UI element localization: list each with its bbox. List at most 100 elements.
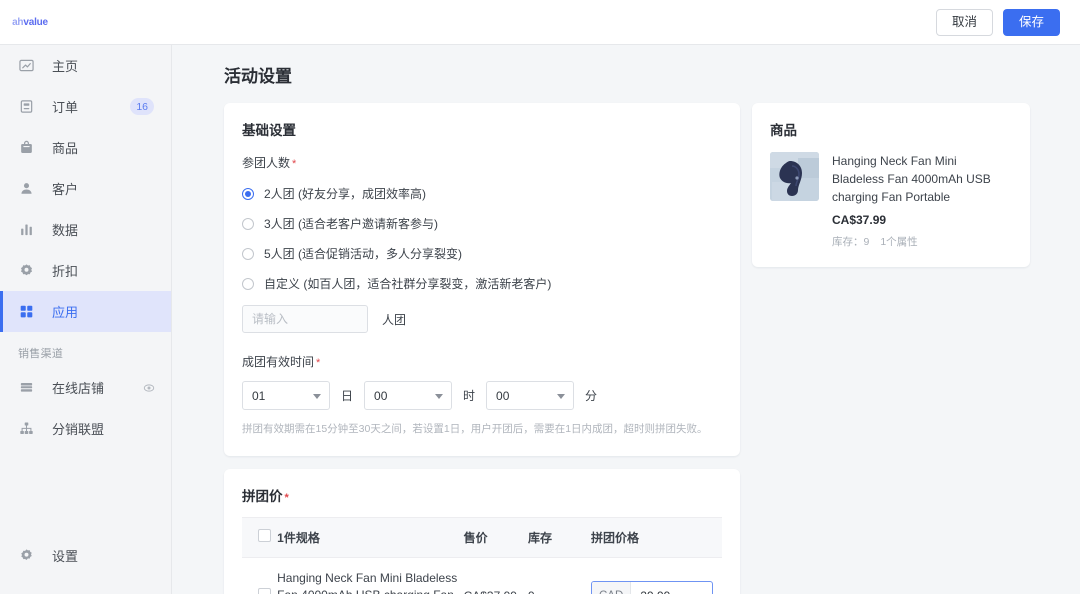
sidebar-item-apps[interactable]: 应用 <box>0 291 171 332</box>
duration-hour-unit: 时 <box>463 389 476 403</box>
customers-person-icon <box>18 180 35 197</box>
custom-count-input[interactable] <box>242 305 368 333</box>
required-mark: * <box>284 491 289 504</box>
basic-settings-title: 基础设置 <box>242 123 296 138</box>
group-price-title: 拼团价 * <box>242 485 722 505</box>
duration-row: 01 日 00 时 00 分 <box>242 381 722 410</box>
custom-count-suffix: 人团 <box>382 312 407 327</box>
radio-option-5[interactable]: 5人团 (适合促销活动，多人分享裂变) <box>242 242 722 265</box>
custom-count-row: 人团 <box>242 305 722 333</box>
product-details: Hanging Neck Fan Mini Bladeless Fan 4000… <box>832 152 1012 249</box>
product-image <box>770 152 819 201</box>
sidebar-item-online-store[interactable]: 在线店铺 <box>0 367 171 408</box>
row-spec-cell: Hanging Neck Fan Mini Bladeless Fan 4000… <box>277 557 464 594</box>
duration-label: 成团有效时间 * <box>242 353 722 370</box>
main-content: 活动设置 基础设置 参团人数 * 2人团 (好友分享，成团效率高) 3人团 (适… <box>172 45 1080 594</box>
table-body: Hanging Neck Fan Mini Bladeless Fan 4000… <box>242 557 722 594</box>
app-root: ahvalue 取消 保存 主页 订单 16 商品 客户 数据 折扣 应用 销售… <box>0 0 1080 594</box>
sidebar-item-settings[interactable]: 设置 <box>0 535 171 576</box>
chevron-down-icon <box>557 393 566 399</box>
sidebar-item-analytics[interactable]: 数据 <box>0 209 171 250</box>
store-icon <box>18 379 35 396</box>
row-group-price-cell: CAD 29.99 <box>591 557 722 594</box>
sidebar-item-affiliate[interactable]: 分销联盟 <box>0 408 171 449</box>
product-title: Hanging Neck Fan Mini Bladeless Fan 4000… <box>832 154 991 204</box>
duration-day-value: 01 <box>252 388 266 403</box>
duration-day-select[interactable]: 01 <box>242 381 330 410</box>
duration-hint: 拼团有效期需在15分钟至30天之间，若设置1日，用户开团后，需要在1日内成团，超… <box>242 423 708 435</box>
participants-label: 参团人数 * <box>242 154 722 171</box>
top-bar-actions: 取消 保存 <box>935 8 1060 36</box>
row-checkbox[interactable] <box>258 587 271 594</box>
product-attributes: 1个属性 <box>880 236 918 248</box>
gear-icon <box>18 547 35 564</box>
page-title: 活动设置 <box>224 67 292 86</box>
sidebar: 主页 订单 16 商品 客户 数据 折扣 应用 销售渠道 在线店铺 分销联盟 设… <box>0 45 172 594</box>
column-stock: 库存 <box>528 516 591 558</box>
product-price: CA$37.99 <box>832 213 887 227</box>
eye-icon[interactable] <box>143 382 155 394</box>
product-stock: 库存：9 <box>832 236 870 248</box>
sidebar-item-discount[interactable]: 折扣 <box>0 250 171 291</box>
duration-minute-unit: 分 <box>585 389 598 403</box>
sidebar-item-label: 应用 <box>52 305 79 320</box>
save-button[interactable]: 保存 <box>1002 8 1060 36</box>
radio-option-3[interactable]: 3人团 (适合老客户邀请新客参与) <box>242 212 722 235</box>
sidebar-item-label: 主页 <box>52 59 79 74</box>
group-price-title-text: 拼团价 <box>242 488 283 504</box>
home-dashboard-icon <box>18 57 35 74</box>
group-price-card: 拼团价 * 1件规格 售价 库存 拼团价格 Hanging Neck Fan M… <box>224 468 740 594</box>
table-row: Hanging Neck Fan Mini Bladeless Fan 4000… <box>242 557 722 594</box>
duration-hour-select[interactable]: 00 <box>364 381 453 410</box>
product-card: 商品 Hanging Neck Fan Mini Bladeless Fan 4… <box>752 103 1030 267</box>
sidebar-item-label: 在线店铺 <box>52 381 105 396</box>
row-stock: 9 <box>528 557 591 594</box>
sidebar-item-home[interactable]: 主页 <box>0 45 171 86</box>
radio-label: 自定义 (如百人团，适合社群分享裂变，激活新老客户) <box>264 277 552 291</box>
brand-logo[interactable]: ahvalue <box>8 17 52 28</box>
sidebar-item-orders[interactable]: 订单 16 <box>0 86 171 127</box>
radio-indicator <box>242 247 254 260</box>
sidebar-section-label: 销售渠道 <box>18 348 64 360</box>
duration-label-text: 成团有效时间 <box>242 355 315 369</box>
radio-indicator <box>242 187 254 200</box>
sidebar-item-label: 商品 <box>52 141 79 156</box>
left-column: 基础设置 参团人数 * 2人团 (好友分享，成团效率高) 3人团 (适合老客户邀请… <box>224 103 740 594</box>
product-meta: 库存：9 1个属性 <box>832 234 1012 249</box>
duration-hour-value: 00 <box>374 388 388 403</box>
discount-icon <box>18 262 35 279</box>
sidebar-item-label: 分销联盟 <box>52 422 105 437</box>
participants-label-text: 参团人数 <box>242 156 291 170</box>
products-bag-icon <box>18 139 35 156</box>
product-thumbnail <box>770 152 819 201</box>
affiliate-network-icon <box>18 420 35 437</box>
orders-icon <box>18 98 35 115</box>
chevron-down-icon <box>313 393 321 399</box>
sidebar-bottom: 设置 <box>0 535 171 576</box>
radio-option-2[interactable]: 2人团 (好友分享，成团效率高) <box>242 182 722 205</box>
product-card-title: 商品 <box>770 123 797 138</box>
sidebar-item-customers[interactable]: 客户 <box>0 168 171 209</box>
logo-text: ahvalue <box>12 17 48 28</box>
logo-text-bold: value <box>23 16 48 28</box>
cancel-button[interactable]: 取消 <box>935 8 993 36</box>
select-all-checkbox[interactable] <box>258 529 271 543</box>
basic-settings-card: 基础设置 参团人数 * 2人团 (好友分享，成团效率高) 3人团 (适合老客户邀请… <box>224 103 740 456</box>
group-price-input[interactable]: CAD 29.99 <box>591 580 713 594</box>
duration-minute-select[interactable]: 00 <box>486 381 575 410</box>
required-mark: * <box>316 357 321 369</box>
radio-indicator <box>242 217 254 230</box>
sidebar-item-label: 设置 <box>52 549 79 564</box>
radio-option-custom[interactable]: 自定义 (如百人团，适合社群分享裂变，激活新老客户) <box>242 272 722 295</box>
content-columns: 基础设置 参团人数 * 2人团 (好友分享，成团效率高) 3人团 (适合老客户邀请… <box>172 87 1080 594</box>
row-price: CA$37.99 <box>463 557 529 594</box>
column-spec: 1件规格 <box>277 516 464 558</box>
sidebar-item-label: 折扣 <box>52 264 79 279</box>
sidebar-item-label: 客户 <box>52 182 79 197</box>
required-mark: * <box>292 158 297 170</box>
product-summary: Hanging Neck Fan Mini Bladeless Fan 4000… <box>770 152 1012 249</box>
sidebar-item-products[interactable]: 商品 <box>0 127 171 168</box>
radio-label: 3人团 (适合老客户邀请新客参与) <box>264 217 439 231</box>
chevron-down-icon <box>435 393 444 399</box>
radio-indicator <box>242 277 254 290</box>
